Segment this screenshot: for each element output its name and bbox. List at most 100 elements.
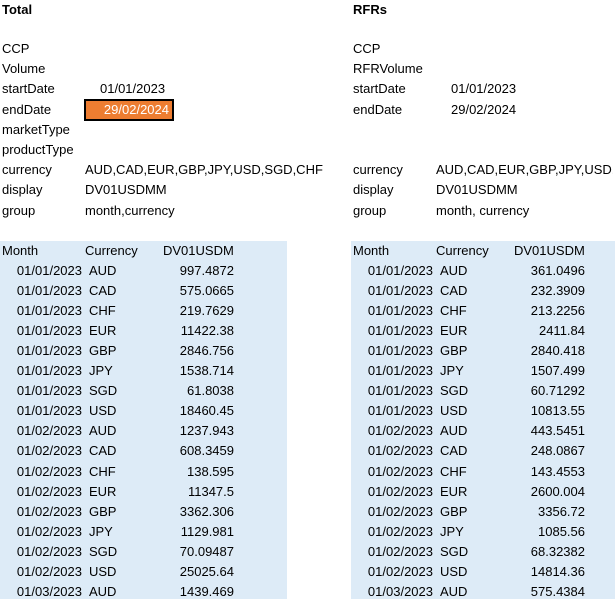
left-cell-value[interactable]: 25025.64: [150, 562, 234, 582]
right-cell-month[interactable]: 01/01/2023: [353, 321, 433, 341]
right-cell-value[interactable]: 213.2256: [501, 301, 585, 321]
right-cell-currency[interactable]: AUD: [440, 421, 500, 441]
right-cell-month[interactable]: 01/02/2023: [353, 542, 433, 562]
right-cell-currency[interactable]: EUR: [440, 482, 500, 502]
left-cell-month[interactable]: 01/01/2023: [2, 261, 82, 281]
left-param-label[interactable]: display: [2, 180, 92, 200]
left-param-value[interactable]: 01/01/2023: [100, 79, 363, 99]
right-cell-currency[interactable]: GBP: [440, 502, 500, 522]
right-column-header[interactable]: DV01USDM: [514, 241, 586, 261]
left-cell-currency[interactable]: EUR: [89, 482, 149, 502]
right-param-label[interactable]: endDate: [353, 100, 443, 120]
left-param-value[interactable]: month,currency: [85, 201, 348, 221]
left-cell-month[interactable]: 01/02/2023: [2, 462, 82, 482]
right-param-label[interactable]: display: [353, 180, 443, 200]
left-param-value[interactable]: DV01USDMM: [85, 180, 348, 200]
right-cell-currency[interactable]: EUR: [440, 321, 500, 341]
left-cell-currency[interactable]: CAD: [89, 441, 149, 461]
right-cell-month[interactable]: 01/02/2023: [353, 421, 433, 441]
left-cell-value[interactable]: 1538.714: [150, 361, 234, 381]
right-param-value[interactable]: month, currency: [436, 201, 613, 221]
right-cell-value[interactable]: 68.32382: [501, 542, 585, 562]
right-cell-value[interactable]: 14814.36: [501, 562, 585, 582]
right-cell-value[interactable]: 60.71292: [501, 381, 585, 401]
left-cell-value[interactable]: 1129.981: [150, 522, 234, 542]
left-cell-month[interactable]: 01/01/2023: [2, 301, 82, 321]
right-param-label[interactable]: startDate: [353, 79, 443, 99]
right-cell-value[interactable]: 1085.56: [501, 522, 585, 542]
left-cell-currency[interactable]: CHF: [89, 462, 149, 482]
right-cell-currency[interactable]: CAD: [440, 281, 500, 301]
right-cell-value[interactable]: 143.4553: [501, 462, 585, 482]
left-cell-month[interactable]: 01/02/2023: [2, 502, 82, 522]
right-cell-value[interactable]: 2600.004: [501, 482, 585, 502]
left-cell-value[interactable]: 70.09487: [150, 542, 234, 562]
left-param-label[interactable]: endDate: [2, 100, 92, 120]
right-cell-month[interactable]: 01/02/2023: [353, 441, 433, 461]
right-param-label[interactable]: currency: [353, 160, 443, 180]
right-cell-currency[interactable]: JPY: [440, 361, 500, 381]
right-cell-value[interactable]: 232.3909: [501, 281, 585, 301]
right-cell-month[interactable]: 01/02/2023: [353, 462, 433, 482]
left-cell-value[interactable]: 3362.306: [150, 502, 234, 522]
right-column-header[interactable]: Currency: [436, 241, 516, 261]
left-cell-value[interactable]: 11347.5: [150, 482, 234, 502]
left-param-label[interactable]: marketType: [2, 120, 92, 140]
left-cell-value[interactable]: 138.595: [150, 462, 234, 482]
right-cell-value[interactable]: 248.0867: [501, 441, 585, 461]
right-cell-currency[interactable]: CHF: [440, 301, 500, 321]
left-cell-value[interactable]: 11422.38: [150, 321, 234, 341]
left-cell-currency[interactable]: CAD: [89, 281, 149, 301]
right-cell-currency[interactable]: CAD: [440, 441, 500, 461]
left-cell-month[interactable]: 01/02/2023: [2, 441, 82, 461]
right-cell-value[interactable]: 361.0496: [501, 261, 585, 281]
right-param-label[interactable]: group: [353, 201, 443, 221]
right-cell-currency[interactable]: JPY: [440, 522, 500, 542]
right-cell-currency[interactable]: CHF: [440, 462, 500, 482]
left-cell-currency[interactable]: AUD: [89, 261, 149, 281]
left-cell-month[interactable]: 01/02/2023: [2, 542, 82, 562]
left-title[interactable]: Total: [2, 0, 122, 20]
left-param-label[interactable]: startDate: [2, 79, 92, 99]
right-cell-month[interactable]: 01/02/2023: [353, 562, 433, 582]
left-column-header[interactable]: Month: [2, 241, 82, 261]
left-cell-value[interactable]: 997.4872: [150, 261, 234, 281]
right-cell-month[interactable]: 01/02/2023: [353, 502, 433, 522]
right-cell-currency[interactable]: AUD: [440, 261, 500, 281]
left-cell-value[interactable]: 1237.943: [150, 421, 234, 441]
left-cell-month[interactable]: 01/01/2023: [2, 401, 82, 421]
right-cell-month[interactable]: 01/01/2023: [353, 281, 433, 301]
right-cell-value[interactable]: 10813.55: [501, 401, 585, 421]
right-cell-value[interactable]: 2840.418: [501, 341, 585, 361]
right-cell-month[interactable]: 01/01/2023: [353, 401, 433, 421]
selected-cell-enddate[interactable]: 29/02/2024: [84, 98, 174, 121]
left-cell-currency[interactable]: JPY: [89, 522, 149, 542]
right-cell-month[interactable]: 01/01/2023: [353, 361, 433, 381]
right-title[interactable]: RFRs: [353, 0, 473, 20]
right-param-value[interactable]: 01/01/2023: [451, 79, 615, 99]
left-cell-currency[interactable]: SGD: [89, 381, 149, 401]
right-param-label[interactable]: RFRVolume: [353, 59, 443, 79]
left-cell-currency[interactable]: AUD: [89, 421, 149, 441]
right-cell-value[interactable]: 443.5451: [501, 421, 585, 441]
left-cell-month[interactable]: 01/02/2023: [2, 562, 82, 582]
right-cell-currency[interactable]: SGD: [440, 381, 500, 401]
left-cell-value[interactable]: 219.7629: [150, 301, 234, 321]
left-param-label[interactable]: productType: [2, 140, 92, 160]
left-column-header[interactable]: Currency: [85, 241, 165, 261]
right-cell-value[interactable]: 2411.84: [501, 321, 585, 341]
left-cell-month[interactable]: 01/01/2023: [2, 381, 82, 401]
left-cell-month[interactable]: 01/01/2023: [2, 281, 82, 301]
left-param-label[interactable]: Volume: [2, 59, 92, 79]
right-param-label[interactable]: CCP: [353, 39, 443, 59]
right-column-header[interactable]: Month: [353, 241, 433, 261]
left-param-label[interactable]: group: [2, 201, 92, 221]
left-cell-currency[interactable]: SGD: [89, 542, 149, 562]
left-param-label[interactable]: CCP: [2, 39, 92, 59]
right-cell-currency[interactable]: SGD: [440, 542, 500, 562]
right-cell-month[interactable]: 01/01/2023: [353, 301, 433, 321]
left-cell-month[interactable]: 01/01/2023: [2, 321, 82, 341]
right-param-value[interactable]: AUD,CAD,EUR,GBP,JPY,USD,SGD,CHF: [436, 160, 613, 180]
right-cell-currency[interactable]: GBP: [440, 341, 500, 361]
left-cell-month[interactable]: 01/02/2023: [2, 421, 82, 441]
